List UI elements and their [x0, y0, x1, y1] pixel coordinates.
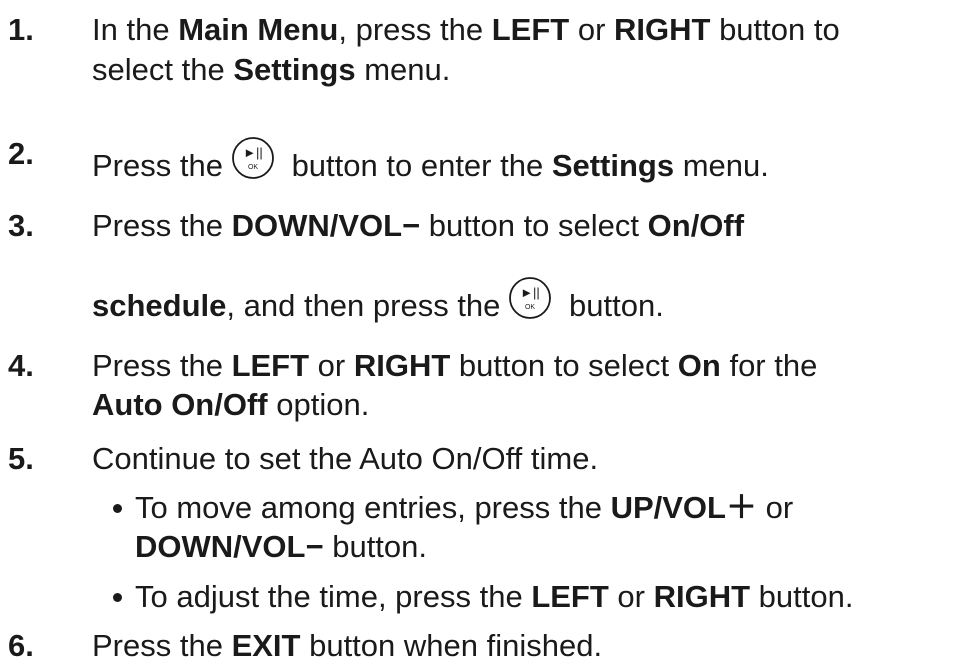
svg-text:►||: ►|| — [243, 145, 263, 160]
step-number-6: 6. — [8, 628, 34, 663]
bullet-dot — [113, 593, 122, 602]
step-number-2: 2. — [8, 136, 34, 171]
step-number-1: 1. — [8, 12, 34, 47]
step-number-3: 3. — [8, 208, 34, 243]
bullet-dot — [113, 504, 122, 513]
svg-text:OK: OK — [248, 164, 258, 171]
step-4-line-1: Press the LEFT or RIGHT button to select… — [92, 348, 818, 383]
step-2-line-1: Press the ►|| OK button to enter the Setti… — [92, 136, 769, 184]
play-pause-ok-icon: ►|| OK — [231, 136, 275, 180]
step-number-5: 5. — [8, 441, 34, 476]
step-3-line-1: Press the DOWN/VOL− button to select On/… — [92, 208, 745, 243]
step-5-line-1: Continue to set the Auto On/Off time. — [92, 441, 599, 476]
step-1-line-1: In the Main Menu, press the LEFT or RIGH… — [92, 12, 840, 47]
step-number-4: 4. — [8, 348, 34, 383]
instruction-document: 1. In the Main Menu, press the LEFT or R… — [0, 0, 953, 671]
step-5-bullet-1-line-1: To move among entries, press the UP/VOL＋… — [135, 490, 794, 525]
svg-text:OK: OK — [525, 304, 535, 311]
step-4-line-2: Auto On/Off option. — [92, 387, 370, 422]
step-3-line-2: schedule, and then press the ►|| OK button… — [92, 276, 664, 324]
step-5-bullet-2-line-1: To adjust the time, press the LEFT or RI… — [135, 579, 854, 614]
play-pause-ok-icon: ►|| OK — [508, 276, 552, 320]
svg-text:►||: ►|| — [521, 285, 541, 300]
step-1-line-2: select the Settings menu. — [92, 52, 451, 87]
step-5-bullet-1-line-2: DOWN/VOL− button. — [135, 529, 428, 564]
step-6-line-1: Press the EXIT button when finished. — [92, 628, 603, 663]
